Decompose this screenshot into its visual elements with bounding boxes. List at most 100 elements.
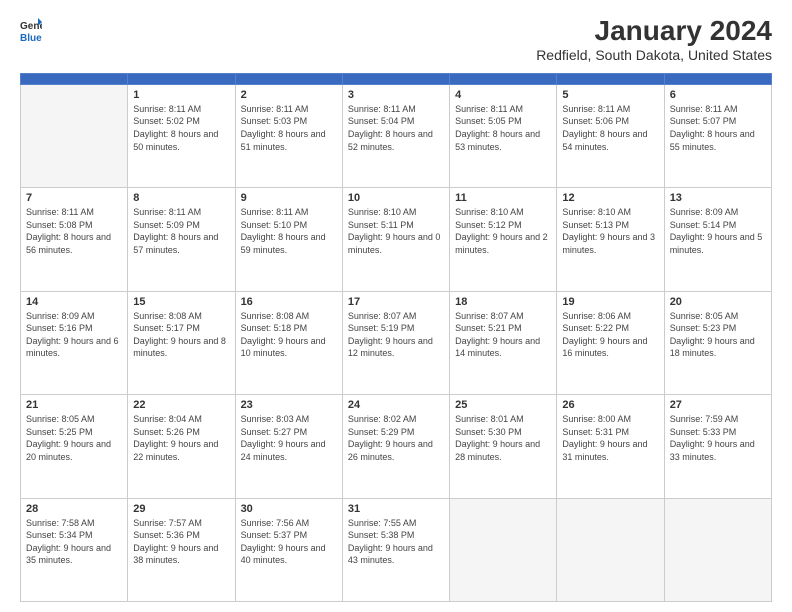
day-number: 11 bbox=[455, 192, 551, 204]
day-number: 27 bbox=[670, 399, 766, 411]
sunrise: Sunrise: 7:55 AM bbox=[348, 517, 444, 530]
daylight: Daylight: 8 hours and 55 minutes. bbox=[670, 128, 766, 153]
sunset: Sunset: 5:03 PM bbox=[241, 115, 337, 128]
table-row: 28 Sunrise: 7:58 AM Sunset: 5:34 PM Dayl… bbox=[21, 498, 128, 601]
sunset: Sunset: 5:07 PM bbox=[670, 115, 766, 128]
day-info: Sunrise: 8:11 AM Sunset: 5:08 PM Dayligh… bbox=[26, 206, 122, 256]
sunrise: Sunrise: 8:09 AM bbox=[26, 310, 122, 323]
table-row: 4 Sunrise: 8:11 AM Sunset: 5:05 PM Dayli… bbox=[450, 84, 557, 187]
day-number: 3 bbox=[348, 89, 444, 101]
sunrise: Sunrise: 7:57 AM bbox=[133, 517, 229, 530]
table-row: 19 Sunrise: 8:06 AM Sunset: 5:22 PM Dayl… bbox=[557, 291, 664, 394]
daylight: Daylight: 9 hours and 35 minutes. bbox=[26, 542, 122, 567]
day-number: 7 bbox=[26, 192, 122, 204]
sunrise: Sunrise: 8:11 AM bbox=[133, 206, 229, 219]
daylight: Daylight: 8 hours and 53 minutes. bbox=[455, 128, 551, 153]
week-row: 1 Sunrise: 8:11 AM Sunset: 5:02 PM Dayli… bbox=[21, 84, 772, 187]
sunrise: Sunrise: 8:09 AM bbox=[670, 206, 766, 219]
day-info: Sunrise: 8:10 AM Sunset: 5:12 PM Dayligh… bbox=[455, 206, 551, 256]
sunset: Sunset: 5:08 PM bbox=[26, 219, 122, 232]
sunset: Sunset: 5:36 PM bbox=[133, 529, 229, 542]
week-row: 28 Sunrise: 7:58 AM Sunset: 5:34 PM Dayl… bbox=[21, 498, 772, 601]
day-info: Sunrise: 8:05 AM Sunset: 5:25 PM Dayligh… bbox=[26, 413, 122, 463]
sunset: Sunset: 5:11 PM bbox=[348, 219, 444, 232]
daylight: Daylight: 9 hours and 24 minutes. bbox=[241, 438, 337, 463]
table-row: 23 Sunrise: 8:03 AM Sunset: 5:27 PM Dayl… bbox=[235, 395, 342, 498]
day-info: Sunrise: 8:08 AM Sunset: 5:17 PM Dayligh… bbox=[133, 310, 229, 360]
sunset: Sunset: 5:29 PM bbox=[348, 426, 444, 439]
sunrise: Sunrise: 8:11 AM bbox=[670, 103, 766, 116]
title-block: January 2024 Redfield, South Dakota, Uni… bbox=[536, 16, 772, 63]
day-number: 20 bbox=[670, 296, 766, 308]
daylight: Daylight: 8 hours and 50 minutes. bbox=[133, 128, 229, 153]
logo-svg: General Blue bbox=[20, 16, 42, 44]
day-info: Sunrise: 8:07 AM Sunset: 5:19 PM Dayligh… bbox=[348, 310, 444, 360]
sunrise: Sunrise: 8:06 AM bbox=[562, 310, 658, 323]
day-info: Sunrise: 7:55 AM Sunset: 5:38 PM Dayligh… bbox=[348, 517, 444, 567]
daylight: Daylight: 9 hours and 12 minutes. bbox=[348, 335, 444, 360]
sunset: Sunset: 5:38 PM bbox=[348, 529, 444, 542]
daylight: Daylight: 9 hours and 3 minutes. bbox=[562, 231, 658, 256]
day-number: 14 bbox=[26, 296, 122, 308]
sunrise: Sunrise: 8:11 AM bbox=[455, 103, 551, 116]
day-number: 15 bbox=[133, 296, 229, 308]
daylight: Daylight: 9 hours and 14 minutes. bbox=[455, 335, 551, 360]
sunset: Sunset: 5:31 PM bbox=[562, 426, 658, 439]
col-monday bbox=[128, 73, 235, 84]
sunset: Sunset: 5:05 PM bbox=[455, 115, 551, 128]
sunrise: Sunrise: 8:07 AM bbox=[348, 310, 444, 323]
day-number: 10 bbox=[348, 192, 444, 204]
day-number: 23 bbox=[241, 399, 337, 411]
table-row: 18 Sunrise: 8:07 AM Sunset: 5:21 PM Dayl… bbox=[450, 291, 557, 394]
sunset: Sunset: 5:06 PM bbox=[562, 115, 658, 128]
col-thursday bbox=[450, 73, 557, 84]
day-info: Sunrise: 8:11 AM Sunset: 5:09 PM Dayligh… bbox=[133, 206, 229, 256]
table-row bbox=[557, 498, 664, 601]
daylight: Daylight: 9 hours and 2 minutes. bbox=[455, 231, 551, 256]
page: General Blue January 2024 Redfield, Sout… bbox=[0, 0, 792, 612]
sunset: Sunset: 5:17 PM bbox=[133, 322, 229, 335]
week-row: 21 Sunrise: 8:05 AM Sunset: 5:25 PM Dayl… bbox=[21, 395, 772, 498]
table-row: 27 Sunrise: 7:59 AM Sunset: 5:33 PM Dayl… bbox=[664, 395, 771, 498]
day-number: 12 bbox=[562, 192, 658, 204]
daylight: Daylight: 9 hours and 5 minutes. bbox=[670, 231, 766, 256]
sunrise: Sunrise: 8:11 AM bbox=[26, 206, 122, 219]
daylight: Daylight: 9 hours and 0 minutes. bbox=[348, 231, 444, 256]
day-info: Sunrise: 8:11 AM Sunset: 5:05 PM Dayligh… bbox=[455, 103, 551, 153]
col-saturday bbox=[664, 73, 771, 84]
sunset: Sunset: 5:23 PM bbox=[670, 322, 766, 335]
table-row: 31 Sunrise: 7:55 AM Sunset: 5:38 PM Dayl… bbox=[342, 498, 449, 601]
table-row: 25 Sunrise: 8:01 AM Sunset: 5:30 PM Dayl… bbox=[450, 395, 557, 498]
daylight: Daylight: 9 hours and 31 minutes. bbox=[562, 438, 658, 463]
day-info: Sunrise: 8:05 AM Sunset: 5:23 PM Dayligh… bbox=[670, 310, 766, 360]
table-row: 16 Sunrise: 8:08 AM Sunset: 5:18 PM Dayl… bbox=[235, 291, 342, 394]
table-row: 13 Sunrise: 8:09 AM Sunset: 5:14 PM Dayl… bbox=[664, 188, 771, 291]
daylight: Daylight: 9 hours and 43 minutes. bbox=[348, 542, 444, 567]
table-row bbox=[21, 84, 128, 187]
sunrise: Sunrise: 8:07 AM bbox=[455, 310, 551, 323]
daylight: Daylight: 9 hours and 18 minutes. bbox=[670, 335, 766, 360]
table-row: 29 Sunrise: 7:57 AM Sunset: 5:36 PM Dayl… bbox=[128, 498, 235, 601]
sunset: Sunset: 5:25 PM bbox=[26, 426, 122, 439]
sunrise: Sunrise: 7:56 AM bbox=[241, 517, 337, 530]
sunrise: Sunrise: 8:11 AM bbox=[241, 103, 337, 116]
table-row: 17 Sunrise: 8:07 AM Sunset: 5:19 PM Dayl… bbox=[342, 291, 449, 394]
table-row: 6 Sunrise: 8:11 AM Sunset: 5:07 PM Dayli… bbox=[664, 84, 771, 187]
sunrise: Sunrise: 7:59 AM bbox=[670, 413, 766, 426]
day-number: 21 bbox=[26, 399, 122, 411]
week-row: 7 Sunrise: 8:11 AM Sunset: 5:08 PM Dayli… bbox=[21, 188, 772, 291]
col-sunday bbox=[21, 73, 128, 84]
col-friday bbox=[557, 73, 664, 84]
sunrise: Sunrise: 8:08 AM bbox=[133, 310, 229, 323]
daylight: Daylight: 9 hours and 40 minutes. bbox=[241, 542, 337, 567]
sunrise: Sunrise: 8:11 AM bbox=[562, 103, 658, 116]
day-info: Sunrise: 8:11 AM Sunset: 5:03 PM Dayligh… bbox=[241, 103, 337, 153]
table-row: 21 Sunrise: 8:05 AM Sunset: 5:25 PM Dayl… bbox=[21, 395, 128, 498]
sunset: Sunset: 5:12 PM bbox=[455, 219, 551, 232]
sunset: Sunset: 5:34 PM bbox=[26, 529, 122, 542]
day-info: Sunrise: 7:59 AM Sunset: 5:33 PM Dayligh… bbox=[670, 413, 766, 463]
sunrise: Sunrise: 8:11 AM bbox=[133, 103, 229, 116]
day-info: Sunrise: 8:01 AM Sunset: 5:30 PM Dayligh… bbox=[455, 413, 551, 463]
table-row: 2 Sunrise: 8:11 AM Sunset: 5:03 PM Dayli… bbox=[235, 84, 342, 187]
sunrise: Sunrise: 8:04 AM bbox=[133, 413, 229, 426]
